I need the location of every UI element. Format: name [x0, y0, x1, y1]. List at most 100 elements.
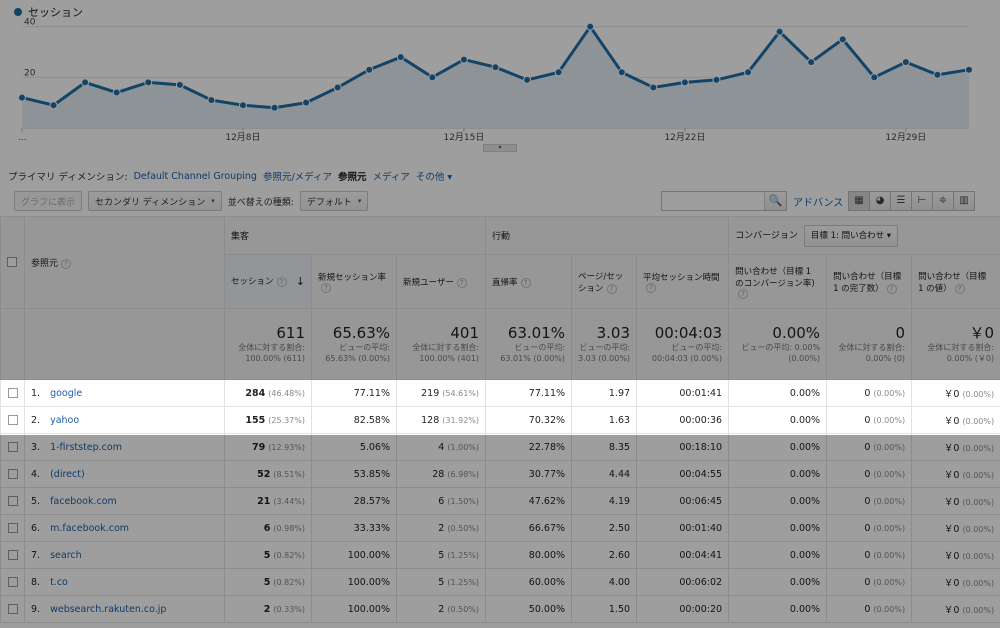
- row-checkbox[interactable]: [7, 523, 18, 533]
- x-tick-label: 12月8日: [225, 132, 260, 143]
- table-view-icon[interactable]: ▦: [848, 191, 870, 211]
- view-switcher: ▦ ◕ ☰ ⊢ ≑ ▥: [848, 191, 975, 211]
- row-select-cell: [0, 487, 25, 515]
- new-users-percent: (1.50%): [447, 496, 480, 506]
- metric-header-7[interactable]: 問い合わせ（目標 1 の完了数）?: [826, 254, 913, 309]
- row-checkbox[interactable]: [7, 442, 18, 452]
- select-all-checkbox[interactable]: [7, 257, 17, 268]
- source-link[interactable]: search: [50, 550, 82, 561]
- dimension-source-medium[interactable]: 参照元/メディア: [263, 169, 332, 183]
- row-checkbox[interactable]: [7, 577, 18, 587]
- help-icon[interactable]: ?: [520, 277, 531, 288]
- source-link[interactable]: facebook.com: [50, 496, 117, 507]
- help-icon[interactable]: ?: [61, 259, 72, 269]
- new-session-rate-cell: 77.11%: [311, 379, 397, 407]
- source-link[interactable]: google: [50, 388, 82, 399]
- avg-session-duration-cell: 00:00:36: [636, 406, 730, 434]
- goal-completions-value: 0: [864, 414, 871, 426]
- table-search-input[interactable]: 🔍: [661, 191, 787, 211]
- help-icon[interactable]: ?: [646, 282, 657, 293]
- term-cloud-view-icon[interactable]: ≑: [932, 191, 954, 211]
- help-icon[interactable]: ?: [276, 277, 287, 287]
- goal-completions-value: 0: [864, 441, 871, 453]
- pie-view-icon[interactable]: ◕: [869, 191, 891, 211]
- goal-conversion-rate-cell: 0.00%: [728, 460, 828, 488]
- chart-resize-handle[interactable]: ▾: [483, 144, 517, 152]
- bounce-rate-cell: 50.00%: [485, 595, 573, 623]
- row-checkbox[interactable]: [7, 496, 18, 506]
- goal-value-cell: ￥0 (0.00%): [911, 406, 1000, 434]
- source-link[interactable]: (direct): [50, 469, 85, 480]
- goal-conversion-rate-cell: 0.00%: [728, 487, 828, 515]
- row-checkbox[interactable]: [7, 550, 18, 560]
- row-checkbox[interactable]: [7, 469, 18, 479]
- source-link[interactable]: yahoo: [50, 415, 79, 426]
- source-cell: 6. m.facebook.com: [24, 514, 225, 542]
- sessions-value: 79: [251, 441, 266, 453]
- search-icon[interactable]: 🔍: [764, 192, 786, 210]
- bounce-rate-cell: 77.11%: [485, 379, 573, 407]
- chevron-down-icon: ▾: [447, 172, 453, 183]
- goal-completions-value: 0: [864, 603, 871, 615]
- new-users-value: 4: [438, 441, 445, 453]
- pages-per-session-cell: 4.44: [571, 460, 638, 488]
- row-checkbox[interactable]: [7, 604, 18, 614]
- metric-header-4[interactable]: ページ/セッション?: [571, 254, 638, 309]
- metric-header-8[interactable]: 問い合わせ（目標 1 の値）?: [911, 254, 1000, 309]
- comparison-view-icon[interactable]: ⊢: [911, 191, 933, 211]
- pivot-view-icon[interactable]: ▥: [953, 191, 975, 211]
- goal-value-cell: ￥0 (0.00%): [911, 514, 1000, 542]
- help-icon[interactable]: ?: [954, 283, 965, 294]
- new-users-cell: 219 (54.61%): [395, 379, 487, 407]
- metric-header-3[interactable]: 直帰率?: [485, 254, 573, 309]
- goal-completions-percent: (0.00%): [873, 577, 906, 587]
- pages-per-session-cell: 2.50: [571, 514, 638, 542]
- sessions-percent: (8.51%): [273, 469, 305, 479]
- row-checkbox[interactable]: [7, 388, 18, 398]
- dimension-source[interactable]: 参照元: [338, 169, 367, 183]
- help-icon[interactable]: ?: [606, 283, 617, 294]
- x-tick-label: 12月15日: [443, 132, 484, 143]
- goal-value-percent: (0.00%): [962, 444, 995, 453]
- goal-value: ￥0: [943, 605, 960, 616]
- source-link[interactable]: m.facebook.com: [50, 523, 129, 534]
- source-link[interactable]: websearch.rakuten.co.jp: [50, 604, 166, 615]
- y-tick-label: 20: [24, 68, 36, 78]
- secondary-dimension-select[interactable]: セカンダリ ディメンション ▾: [88, 191, 222, 211]
- help-icon[interactable]: ?: [738, 288, 749, 299]
- metric-header-5[interactable]: 平均セッション時間?: [636, 254, 730, 309]
- help-icon[interactable]: ?: [456, 277, 467, 288]
- totals-value: 401: [450, 324, 480, 342]
- bounce-rate-cell: 70.32%: [485, 406, 573, 434]
- dimension-other[interactable]: その他 ▾: [416, 169, 452, 183]
- table-row: 4. (direct) 52 (8.51%) 53.85% 28 (6.98%) 30.7…: [0, 460, 1000, 488]
- metric-header-2[interactable]: 新規ユーザー?: [395, 254, 487, 309]
- new-users-cell: 5 (1.25%): [395, 568, 487, 596]
- goal-completions-percent: (0.00%): [873, 415, 906, 425]
- bounce-rate-cell: 60.00%: [485, 568, 573, 596]
- advanced-filter-link[interactable]: アドバンス: [793, 194, 843, 209]
- goal-completions-cell: 0 (0.00%): [826, 406, 913, 434]
- metric-header-0[interactable]: セッション? ↓: [224, 254, 312, 309]
- dimension-default-channel-grouping[interactable]: Default Channel Grouping: [134, 171, 257, 182]
- pages-per-session-cell: 1.50: [571, 595, 638, 623]
- goal-conversion-rate-cell: 0.00%: [728, 433, 828, 461]
- x-tick-label: 12月22日: [664, 132, 705, 143]
- sort-type-label: 並べ替えの種類:: [227, 197, 294, 208]
- source-link[interactable]: 1-firststep.com: [50, 442, 122, 453]
- metric-header-1[interactable]: 新規セッション率?: [311, 254, 397, 309]
- row-checkbox[interactable]: [7, 415, 18, 425]
- row-number: 5.: [31, 495, 41, 507]
- source-link[interactable]: t.co: [50, 577, 68, 588]
- goal-select[interactable]: 目標 1: 問い合わせ ▾: [803, 224, 899, 247]
- performance-view-icon[interactable]: ☰: [890, 191, 912, 211]
- dimension-medium[interactable]: メディア: [373, 169, 410, 183]
- help-icon[interactable]: ?: [886, 283, 897, 294]
- help-icon[interactable]: ?: [321, 282, 331, 293]
- plot-rows-button[interactable]: グラフに表示: [14, 191, 83, 211]
- totals-blank-cell: [0, 308, 25, 380]
- source-column-header[interactable]: 参照元?: [24, 216, 225, 309]
- totals-subtext: 全体に対する割合: 100.00% (401): [412, 343, 480, 363]
- metric-header-6[interactable]: 問い合わせ（目標 1 のコンバージョン率)?: [728, 254, 828, 309]
- sort-type-select[interactable]: デフォルト ▾: [299, 191, 369, 211]
